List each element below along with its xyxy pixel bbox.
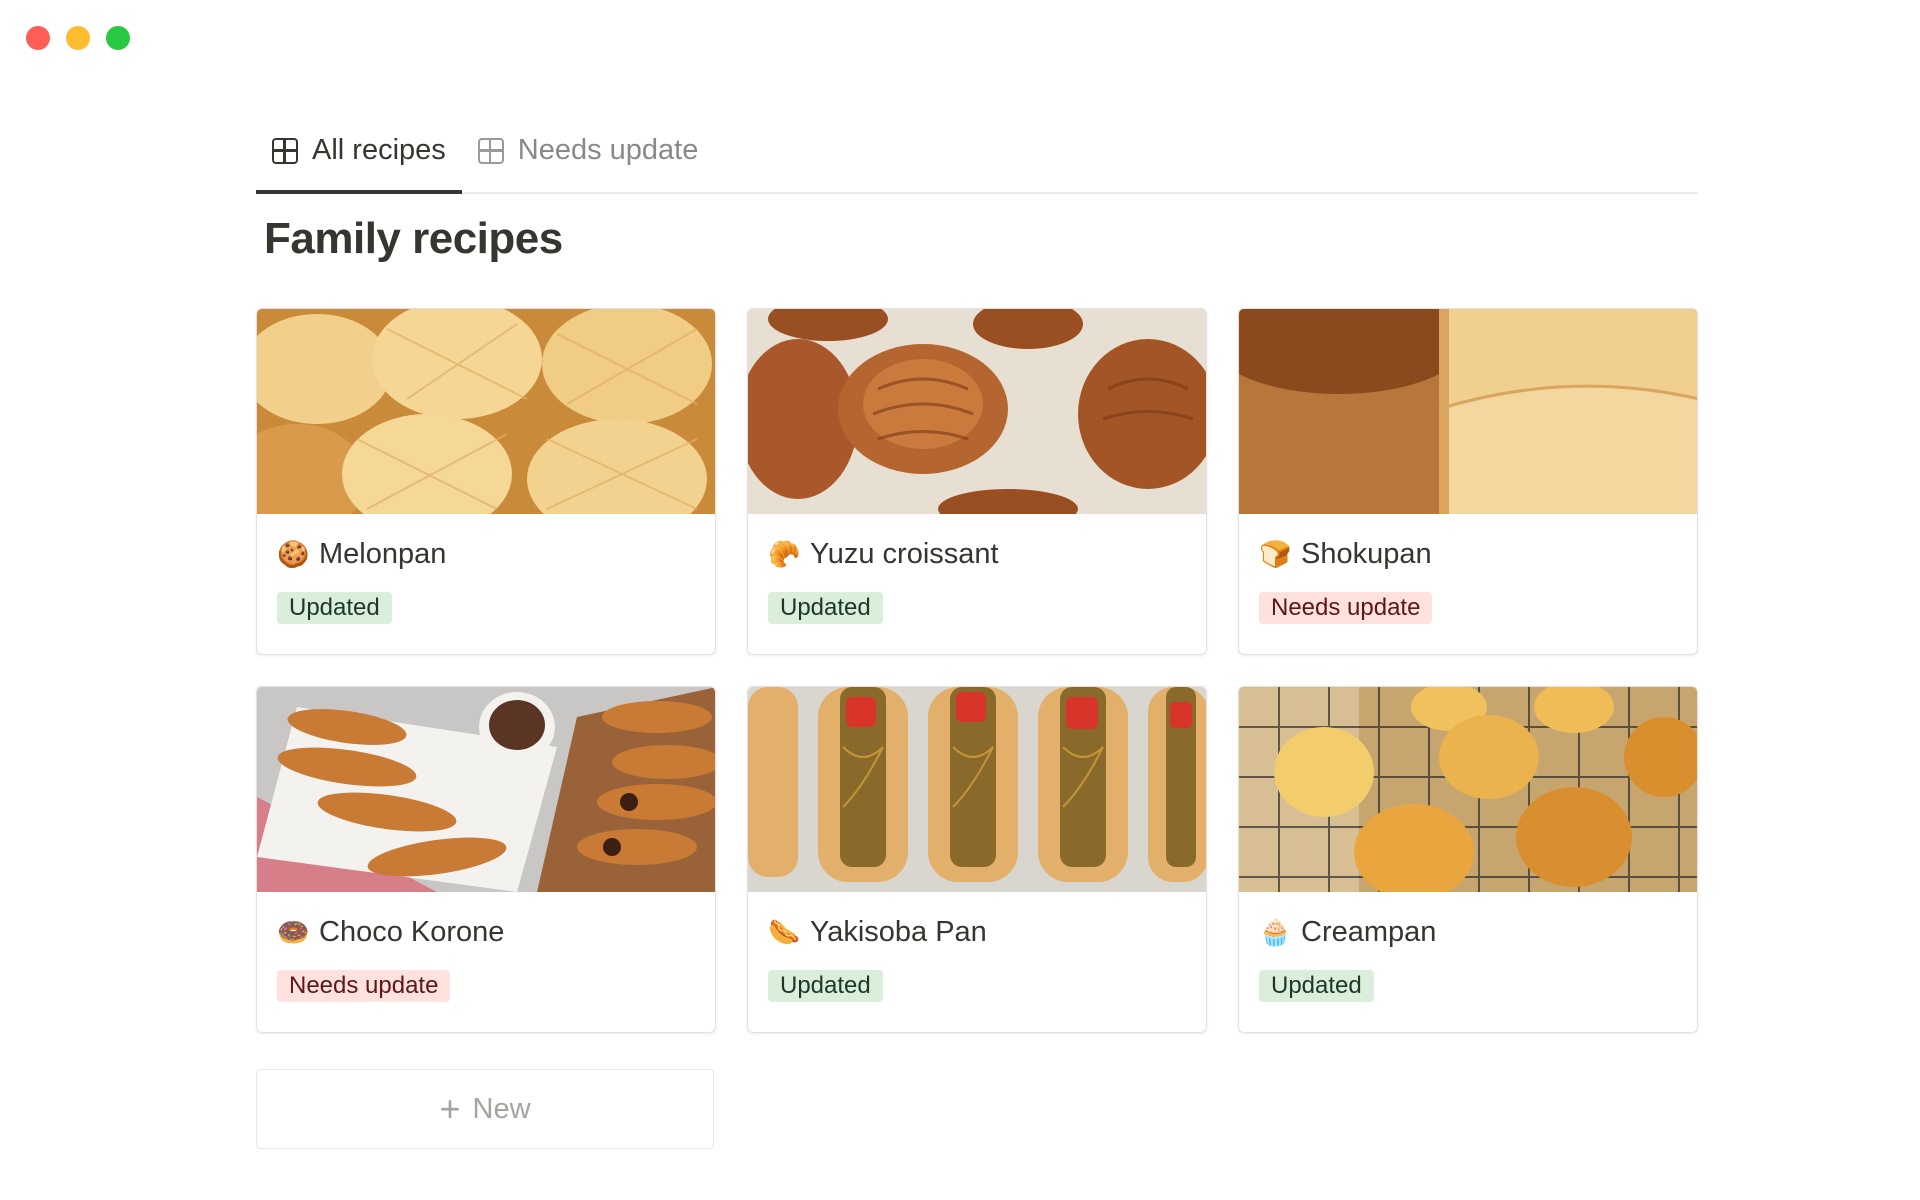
recipe-card[interactable]: 🌭 Yakisoba Pan Updated xyxy=(747,686,1207,1033)
card-title: 🌭 Yakisoba Pan xyxy=(768,914,1186,950)
status-badge: Needs update xyxy=(1259,592,1433,624)
minimize-window-button[interactable] xyxy=(66,26,90,50)
table-icon xyxy=(477,138,504,164)
recipe-card[interactable]: 🧁 Creampan Updated xyxy=(1238,686,1698,1033)
recipe-card[interactable]: 🥐 Yuzu croissant Updated xyxy=(747,308,1207,655)
card-title: 🥐 Yuzu croissant xyxy=(768,536,1186,572)
card-title-text: Yakisoba Pan xyxy=(810,915,987,948)
tab-needs-update[interactable]: Needs update xyxy=(462,124,715,192)
croissant-icon: 🥐 xyxy=(768,538,801,569)
card-cover-image xyxy=(1239,309,1697,514)
status-badge: Updated xyxy=(768,970,883,1002)
new-button-label: New xyxy=(472,1092,531,1125)
view-tabs: All recipes Needs update xyxy=(256,124,1698,194)
card-title: 🧁 Creampan xyxy=(1259,914,1677,950)
tab-label: All recipes xyxy=(312,134,446,166)
card-title: 🍞 Shokupan xyxy=(1259,536,1677,572)
recipe-card[interactable]: 🍪 Melonpan Updated xyxy=(256,308,716,655)
card-title-text: Shokupan xyxy=(1301,537,1432,570)
window-controls xyxy=(26,26,130,50)
new-card-button[interactable]: + New xyxy=(256,1069,714,1149)
card-cover-image xyxy=(1239,687,1697,892)
hotdog-icon: 🌭 xyxy=(768,916,801,947)
card-cover-image xyxy=(257,309,715,514)
tab-all-recipes[interactable]: All recipes xyxy=(256,124,462,194)
card-title: 🍩 Choco Korone xyxy=(277,914,695,950)
card-title-text: Yuzu croissant xyxy=(810,537,999,570)
card-cover-image xyxy=(748,687,1206,892)
cupcake-icon: 🧁 xyxy=(1259,916,1292,947)
status-badge: Needs update xyxy=(277,970,451,1002)
table-icon xyxy=(272,138,298,164)
card-cover-image xyxy=(748,309,1206,514)
card-cover-image xyxy=(257,687,715,892)
status-badge: Updated xyxy=(768,592,883,624)
recipe-card[interactable]: 🍩 Choco Korone Needs update xyxy=(256,686,716,1033)
card-title-text: Creampan xyxy=(1301,915,1437,948)
page-title: Family recipes xyxy=(264,214,563,263)
cookie-icon: 🍪 xyxy=(277,538,310,569)
maximize-window-button[interactable] xyxy=(106,26,130,50)
card-title: 🍪 Melonpan xyxy=(277,536,695,572)
status-badge: Updated xyxy=(277,592,392,624)
gallery-grid: 🍪 Melonpan Updated 🥐 Yuzu croissant Upda… xyxy=(256,308,1698,1033)
card-title-text: Choco Korone xyxy=(319,915,505,948)
card-title-text: Melonpan xyxy=(319,537,447,570)
bread-icon: 🍞 xyxy=(1259,538,1292,569)
recipe-card[interactable]: 🍞 Shokupan Needs update xyxy=(1238,308,1698,655)
tab-label: Needs update xyxy=(517,134,699,166)
plus-icon: + xyxy=(439,1088,461,1129)
donut-icon: 🍩 xyxy=(277,916,310,947)
status-badge: Updated xyxy=(1259,970,1374,1002)
close-window-button[interactable] xyxy=(26,26,50,50)
